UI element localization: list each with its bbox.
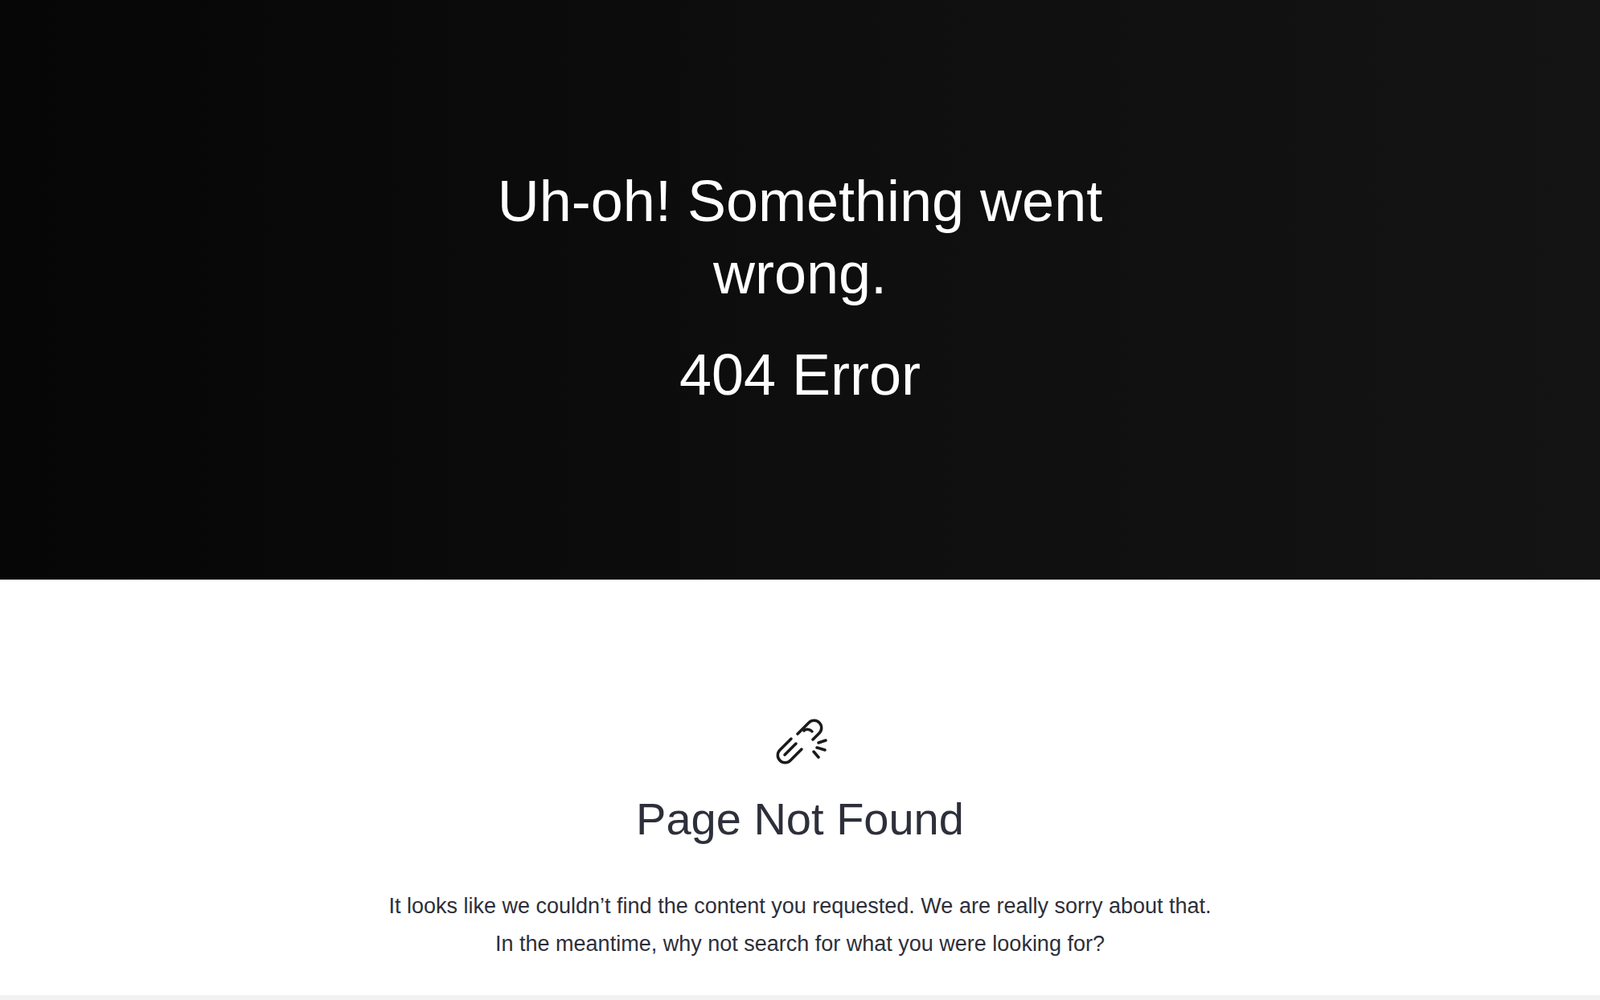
message-line: In the meantime, why not search for what…: [495, 925, 1105, 964]
page-heading: Page Not Found: [635, 791, 965, 848]
hero-banner: Uh-oh! Something went wrong. 404 Error: [0, 0, 1600, 580]
broken-link-icon: [767, 706, 833, 773]
content-section: Page Not Found It looks like we couldn’t …: [0, 579, 1600, 996]
error-code: 404 Error: [679, 338, 921, 411]
message: It looks like we couldn’t find the conte…: [388, 887, 1211, 964]
hero-title: Uh-oh! Something went wrong.: [438, 164, 1162, 310]
message-line: It looks like we couldn’t find the conte…: [388, 887, 1211, 926]
footer-strip: [0, 995, 1600, 1000]
